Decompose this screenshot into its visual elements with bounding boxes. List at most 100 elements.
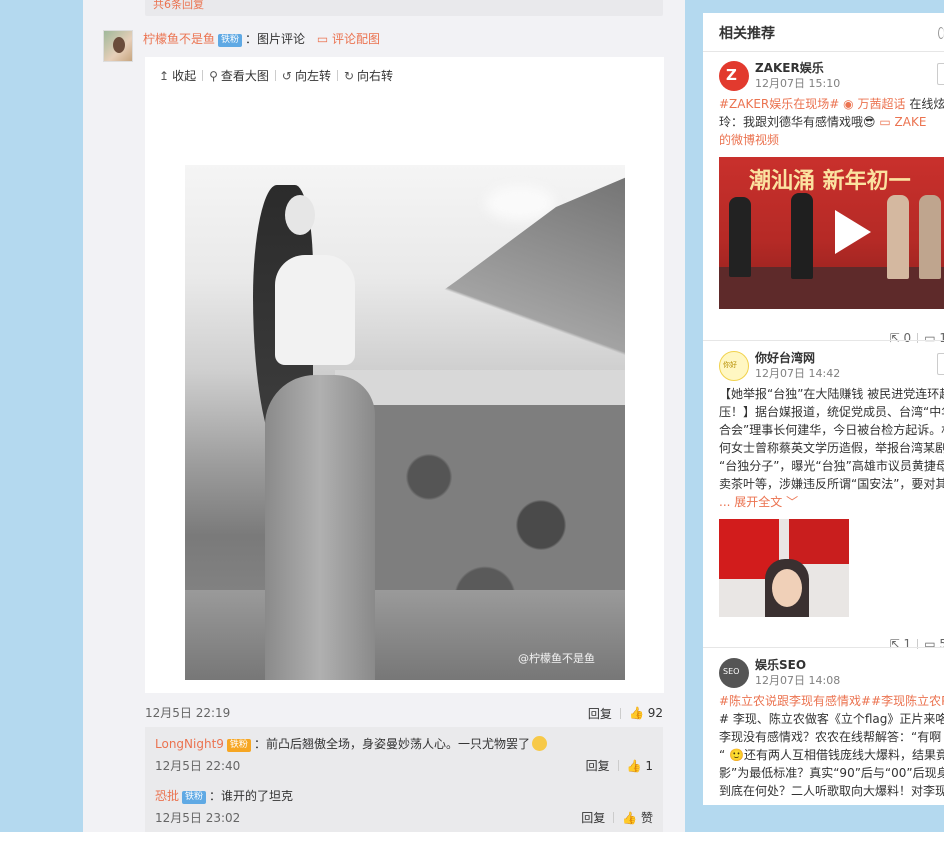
like-button[interactable]: 👍 92: [629, 706, 663, 720]
comment-username[interactable]: 柠檬鱼不是鱼: [143, 32, 215, 46]
card-video-link[interactable]: ZAKE: [895, 115, 927, 129]
recommend-sidebar: 相关推荐 Z ZAKER娱乐 12月07日 15:10 + #ZAKER娱乐在现…: [703, 13, 944, 805]
image-toolbar: ↥ 收起 ⚲ 查看大图 ↺ 向左转 ↻ 向右转: [159, 67, 399, 84]
video-thumbnail[interactable]: 潮汕涌 新年初一: [719, 157, 944, 309]
photo-face: [285, 195, 315, 235]
photo-pants: [265, 375, 375, 680]
like-count: 92: [647, 706, 663, 720]
reply-username[interactable]: 恐批: [155, 789, 179, 803]
card-author: 你好台湾网 12月07日 14:42: [755, 351, 840, 381]
repost-icon: ⇱: [889, 637, 900, 651]
comment-line: 柠檬鱼不是鱼 铁粉 ：图片评论 ▭ 评论配图: [143, 30, 380, 48]
follow-button[interactable]: +: [937, 63, 944, 85]
card-time: 12月07日 15:10: [755, 77, 841, 90]
photo-person: [245, 185, 395, 680]
card-time: 12月07日 14:42: [755, 367, 841, 380]
search-icon: ⚲: [209, 68, 218, 83]
comment-actions: 回复 👍 92: [588, 704, 663, 722]
divider: [703, 647, 944, 648]
comment-image-link[interactable]: ▭ 评论配图: [317, 32, 380, 46]
like-button[interactable]: 👍 赞: [622, 809, 653, 826]
rotate-right-icon: ↻: [343, 68, 355, 83]
avatar[interactable]: Z: [719, 61, 749, 91]
card-super-topic[interactable]: 万茜超话: [857, 97, 905, 111]
zaker-logo-icon: Z: [726, 66, 737, 84]
reply-time: 12月5日 22:40: [155, 759, 241, 773]
view-large-label: 查看大图: [220, 69, 269, 83]
reply-list: LongNight9 铁粉 ：前凸后翘傲全场，身姿曼妙荡人心。一只尤物罢了 12月5…: [145, 727, 663, 832]
card-text-line: 李现没有感情戏？农农在线帮解答：“有啊: [719, 730, 942, 744]
rotate-right-button[interactable]: ↻ 向右转: [338, 67, 399, 84]
reply-meta: 12月5日 22:40 回复 👍 1: [155, 757, 653, 774]
thumbs-up-icon: 👍: [622, 811, 638, 825]
view-large-button[interactable]: ⚲ 查看大图: [203, 67, 275, 84]
card-time: 12月07日 14:08: [755, 674, 841, 687]
card-text-line[interactable]: 的微博视频: [719, 131, 944, 149]
card-author-name[interactable]: ZAKER娱乐: [755, 61, 840, 76]
action-divider: [613, 812, 615, 823]
reply-button[interactable]: 回复: [581, 809, 605, 826]
sidebar-title: 相关推荐: [719, 26, 775, 42]
reply-button[interactable]: 回复: [586, 757, 610, 774]
card-text-line: “ 🙂还有两人互相借钱庞线大爆料，结果竟: [719, 748, 944, 762]
reply-text: ：前凸后翘傲全场，身姿曼妙荡人心。一只尤物罢了: [253, 737, 530, 751]
card-text-line: 合会”理事长何建华，今日被台检方起诉。村: [719, 423, 944, 437]
comment-meta: 12月5日 22:19 回复 👍 92: [145, 704, 663, 722]
card-topic[interactable]: #陈立农说跟李现有感情戏##李现陈立农PK: [719, 692, 944, 710]
rotate-left-button[interactable]: ↺ 向左转: [276, 67, 337, 84]
reply-line: LongNight9 铁粉 ：前凸后翘傲全场，身姿曼妙荡人心。一只尤物罢了: [155, 735, 653, 753]
comment-icon: ▭: [924, 637, 936, 651]
card-author: ZAKER娱乐 12月07日 15:10: [755, 61, 840, 91]
photo-top: [275, 255, 355, 365]
comment-button[interactable]: ▭ 1: [924, 331, 944, 345]
like-label: 赞: [640, 811, 653, 825]
sunglasses-emoji-icon: 😎: [863, 115, 876, 129]
card-header: 你好 你好台湾网 12月07日 14:42: [719, 351, 944, 381]
card-author-name[interactable]: 娱乐SEO: [755, 658, 840, 673]
card-topic[interactable]: #ZAKER娱乐在现场#: [719, 97, 839, 111]
repost-button[interactable]: ⇱ 0: [890, 331, 912, 345]
card-stats: ⇱ 0 ▭ 1: [890, 331, 944, 345]
eye-icon: ◉: [843, 97, 854, 111]
reply-username[interactable]: LongNight9: [155, 737, 224, 751]
card-header: Z ZAKER娱乐 12月07日 15:10: [719, 61, 944, 91]
reply-meta: 12月5日 23:02 回复 👍 赞: [155, 809, 653, 826]
video-caption: 潮汕涌 新年初一: [749, 169, 911, 194]
card-text-line: # 李现、陈立农做客《立个flag》正片来咯~: [719, 712, 944, 726]
reply-actions: 回复 👍 1: [586, 757, 653, 774]
card-header: SEO 娱乐SEO 12月07日 14:08: [719, 658, 944, 688]
avatar[interactable]: 你好: [719, 351, 749, 381]
reply-button[interactable]: 回复: [588, 705, 612, 722]
avatar[interactable]: [103, 30, 133, 62]
card-text-line: 【她举报“台独”在大陆赚钱 被民进党连环起: [719, 387, 944, 401]
person-shape: [729, 197, 751, 277]
refresh-icon[interactable]: [938, 27, 944, 39]
more-replies-link[interactable]: 共6条回复: [153, 0, 204, 12]
comment-count: 5: [939, 637, 944, 651]
play-icon[interactable]: [835, 210, 871, 254]
collapse-icon: ↥: [159, 68, 170, 83]
rotate-right-label: 向右转: [357, 69, 394, 83]
follow-button[interactable]: +: [937, 353, 944, 375]
recommend-card: SEO 娱乐SEO 12月07日 14:08 #陈立农说跟李现有感情戏##李现陈…: [719, 658, 944, 800]
card-text-line: 到底在何处？二人听歌取向大爆料！对李现: [719, 784, 944, 798]
comment-photo[interactable]: @柠檬鱼不是鱼: [185, 165, 625, 680]
previous-comment-tail: 共6条回复: [145, 0, 663, 16]
like-button[interactable]: 👍 1: [627, 759, 653, 773]
seo-logo-icon: SEO: [723, 667, 740, 676]
smile-emoji-icon: [531, 736, 547, 751]
avatar[interactable]: SEO: [719, 658, 749, 688]
comment-button[interactable]: ▭ 5: [924, 637, 944, 651]
reply-text: ：谁开的了坦克: [209, 789, 294, 803]
fan-badge: 铁粉: [226, 739, 251, 752]
repost-icon: ⇱: [889, 331, 900, 345]
news-image[interactable]: [719, 519, 849, 617]
card-author: 娱乐SEO 12月07日 14:08: [755, 658, 840, 688]
collapse-button[interactable]: ↥ 收起: [159, 67, 202, 84]
card-stats: ⇱ 1 ▭ 5: [890, 637, 944, 651]
card-text-line: 何女士曾称蔡英文学历造假，举报台湾某剧: [719, 441, 944, 455]
repost-button[interactable]: ⇱ 1: [890, 637, 912, 651]
stage-floor: [719, 267, 944, 309]
card-author-name[interactable]: 你好台湾网: [755, 351, 840, 366]
expand-link[interactable]: ... 展开全文 ﹀: [719, 493, 944, 511]
